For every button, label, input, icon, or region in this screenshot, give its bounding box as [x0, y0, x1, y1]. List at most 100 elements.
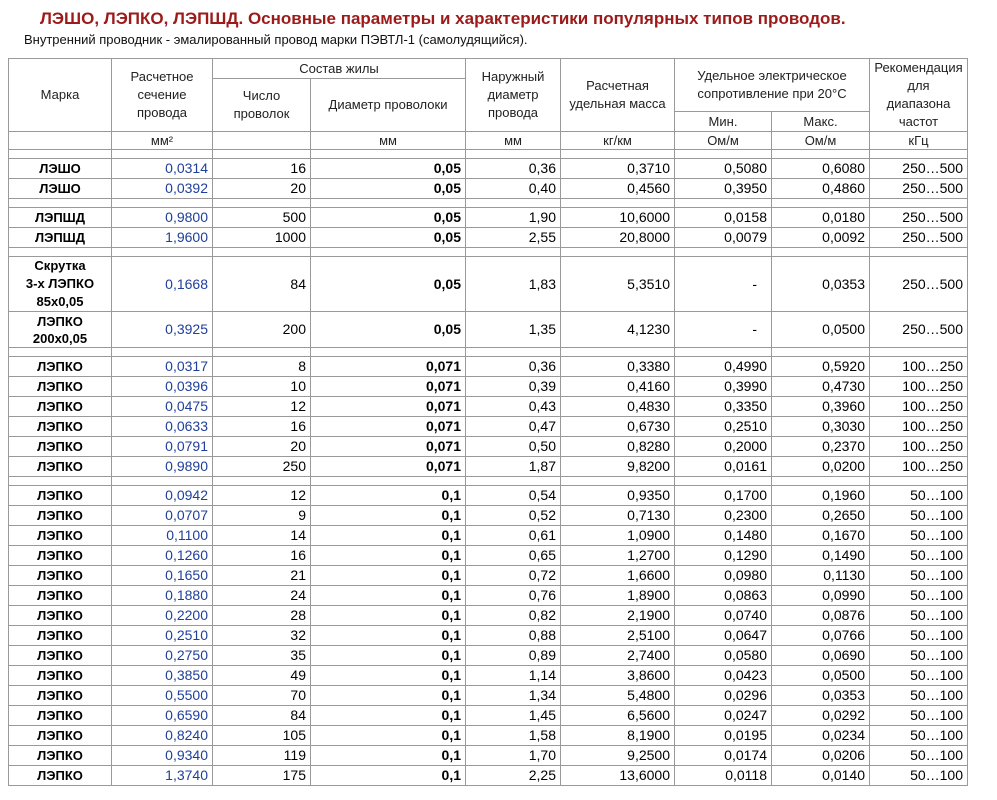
table-row: ЛЭПКО 0,9890 250 0,071 1,87 9,8200 0,0161 0,020…	[8, 456, 968, 477]
cell-res-max: 0,0092	[771, 227, 870, 248]
cell-mark: ЛЭПКО	[8, 645, 112, 666]
cell-mass: 2,7400	[560, 645, 675, 666]
cell-wire-diameter: 0,05	[310, 311, 466, 348]
cell-mark: ЛЭПКО 200х0,05	[8, 311, 112, 348]
page-subtitle: Внутренний проводник - эмалированный про…	[24, 32, 528, 47]
cell-freq: 250…500	[869, 178, 968, 199]
table-row: ЛЭПКО 0,3850 49 0,1 1,14 3,8600 0,0423 0,0500 50…	[8, 665, 968, 686]
cell-wire-count: 12	[212, 396, 311, 417]
spacer-cell	[771, 476, 870, 486]
cell-wire-count: 8	[212, 356, 311, 377]
table-row: ЛЭПКО 0,8240 105 0,1 1,58 8,1900 0,0195 0,0234 5…	[8, 725, 968, 746]
cell-mass: 1,2700	[560, 545, 675, 566]
cell-wire-diameter: 0,1	[310, 665, 466, 686]
cell-wire-count: 84	[212, 256, 311, 312]
cell-section: 0,3925	[111, 311, 213, 348]
group-spacer-row	[8, 198, 968, 208]
cell-res-max: 0,2650	[771, 505, 870, 526]
cell-wire-diameter: 0,1	[310, 565, 466, 586]
cell-res-max: 0,3960	[771, 396, 870, 417]
cell-res-min: 0,3950	[674, 178, 772, 199]
unit-mark	[8, 131, 112, 150]
cell-res-max: 0,1490	[771, 545, 870, 566]
spacer-cell	[8, 247, 112, 257]
cell-mass: 2,1900	[560, 605, 675, 626]
cell-res-min: -	[674, 256, 772, 312]
cell-mark: ЛЭПКО	[8, 376, 112, 397]
cell-res-min: 0,0647	[674, 625, 772, 646]
cell-res-max: 0,3030	[771, 416, 870, 437]
cell-res-max: 0,6080	[771, 158, 870, 179]
cell-mark: ЛЭПКО	[8, 545, 112, 566]
cell-section: 0,1650	[111, 565, 213, 586]
cell-mass: 1,6600	[560, 565, 675, 586]
cell-wire-count: 1000	[212, 227, 311, 248]
cell-freq: 50…100	[869, 765, 968, 786]
spacer-cell	[465, 476, 561, 486]
cell-mark: ЛЭШО	[8, 158, 112, 179]
cell-freq: 250…500	[869, 311, 968, 348]
cell-wire-count: 20	[212, 178, 311, 199]
cell-section: 0,1880	[111, 585, 213, 606]
unit-wire-count	[212, 131, 311, 150]
cell-freq: 250…500	[869, 227, 968, 248]
cell-freq: 50…100	[869, 605, 968, 626]
cell-wire-diameter: 0,1	[310, 745, 466, 766]
cell-wire-count: 9	[212, 505, 311, 526]
cell-wire-diameter: 0,1	[310, 705, 466, 726]
spacer-cell	[310, 476, 466, 486]
cell-outer-diameter: 0,54	[465, 485, 561, 506]
spacer-cell	[674, 149, 772, 159]
cell-wire-count: 105	[212, 725, 311, 746]
cell-section: 1,9600	[111, 227, 213, 248]
cell-mark: ЛЭШО	[8, 178, 112, 199]
cell-res-min: 0,0423	[674, 665, 772, 686]
cell-wire-diameter: 0,1	[310, 505, 466, 526]
spacer-cell	[8, 347, 112, 357]
cell-outer-diameter: 0,61	[465, 525, 561, 546]
cell-outer-diameter: 0,89	[465, 645, 561, 666]
cell-wire-diameter: 0,1	[310, 485, 466, 506]
cell-freq: 50…100	[869, 565, 968, 586]
table-row: ЛЭПКО 0,0633 16 0,071 0,47 0,6730 0,2510 0,3030…	[8, 416, 968, 437]
cell-wire-diameter: 0,071	[310, 456, 466, 477]
table-row: ЛЭПКО 0,0707 9 0,1 0,52 0,7130 0,2300 0,2650 50……	[8, 505, 968, 526]
cell-mass: 0,9350	[560, 485, 675, 506]
cell-wire-count: 28	[212, 605, 311, 626]
cell-wire-diameter: 0,1	[310, 545, 466, 566]
table-row: ЛЭПКО 1,3740 175 0,1 2,25 13,6000 0,0118 0,0140…	[8, 765, 968, 786]
cell-mass: 20,8000	[560, 227, 675, 248]
cell-mass: 0,4830	[560, 396, 675, 417]
spacer-cell	[869, 476, 968, 486]
cell-mass: 4,1230	[560, 311, 675, 348]
cell-res-min: 0,0863	[674, 585, 772, 606]
cell-wire-diameter: 0,1	[310, 765, 466, 786]
table-body: Марка Расчетное сечение провода Состав ж…	[8, 58, 968, 786]
cell-freq: 50…100	[869, 725, 968, 746]
cell-wire-count: 32	[212, 625, 311, 646]
cell-section: 0,2750	[111, 645, 213, 666]
cell-wire-diameter: 0,1	[310, 725, 466, 746]
spacer-cell	[310, 198, 466, 208]
cell-wire-count: 12	[212, 485, 311, 506]
cell-wire-count: 84	[212, 705, 311, 726]
cell-freq: 100…250	[869, 356, 968, 377]
cell-wire-count: 70	[212, 685, 311, 706]
group-spacer-row	[8, 347, 968, 357]
table-row: ЛЭПКО 0,2510 32 0,1 0,88 2,5100 0,0647 0,0766 50…	[8, 625, 968, 646]
cell-outer-diameter: 0,65	[465, 545, 561, 566]
cell-wire-diameter: 0,1	[310, 625, 466, 646]
cell-res-min: 0,3990	[674, 376, 772, 397]
cell-outer-diameter: 1,70	[465, 745, 561, 766]
header-mark: Марка	[8, 58, 112, 132]
table-row: ЛЭПКО 0,0475 12 0,071 0,43 0,4830 0,3350 0,3960…	[8, 396, 968, 417]
spacer-cell	[674, 198, 772, 208]
cell-wire-diameter: 0,071	[310, 376, 466, 397]
cell-mass: 0,7130	[560, 505, 675, 526]
spacer-cell	[465, 247, 561, 257]
cell-res-min: 0,2000	[674, 436, 772, 457]
table-row: ЛЭПКО 0,2200 28 0,1 0,82 2,1900 0,0740 0,0876 50…	[8, 605, 968, 626]
cell-res-min: 0,2300	[674, 505, 772, 526]
cell-section: 0,2200	[111, 605, 213, 626]
group-spacer-row	[8, 149, 968, 159]
